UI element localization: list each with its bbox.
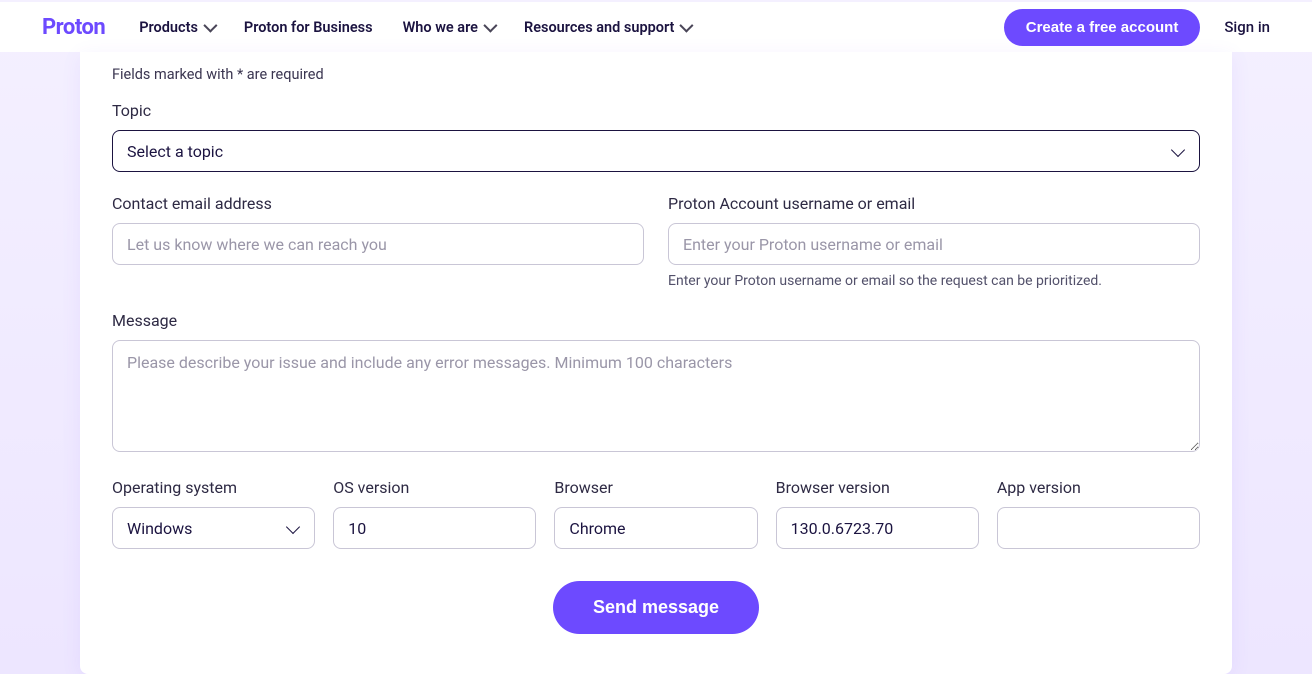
browser-label: Browser: [554, 478, 757, 497]
os-version-input[interactable]: [333, 507, 536, 549]
submit-wrap: Send message: [112, 581, 1200, 634]
content-wrap: Fields marked with * are required Topic …: [0, 52, 1312, 674]
site-header: Proton Products Proton for Business Who …: [0, 0, 1312, 52]
topic-select[interactable]: Select a topic: [112, 130, 1200, 172]
chevron-down-icon: [286, 520, 300, 534]
chevron-down-icon: [483, 19, 497, 33]
sign-in-link[interactable]: Sign in: [1224, 18, 1270, 36]
nav-resources[interactable]: Resources and support: [524, 19, 690, 36]
nav-products-label: Products: [139, 19, 198, 36]
header-right: Create a free account Sign in: [1004, 9, 1270, 46]
proton-logo[interactable]: Proton: [42, 15, 105, 40]
nav-business[interactable]: Proton for Business: [244, 19, 373, 36]
proton-account-input[interactable]: [668, 223, 1200, 265]
chevron-down-icon: [203, 19, 217, 33]
browser-version-input[interactable]: [776, 507, 979, 549]
message-label: Message: [112, 311, 1200, 330]
support-form-card: Fields marked with * are required Topic …: [80, 52, 1232, 674]
header-left: Proton Products Proton for Business Who …: [42, 15, 690, 40]
nav-who-label: Who we are: [403, 19, 478, 36]
main-nav: Products Proton for Business Who we are …: [139, 19, 690, 36]
nav-resources-label: Resources and support: [524, 19, 674, 36]
browser-input[interactable]: [554, 507, 757, 549]
os-version-label: OS version: [333, 478, 536, 497]
contact-email-label: Contact email address: [112, 194, 644, 213]
topic-select-value: Select a topic: [127, 142, 223, 161]
create-account-button[interactable]: Create a free account: [1004, 9, 1201, 46]
nav-who-we-are[interactable]: Who we are: [403, 19, 494, 36]
nav-business-label: Proton for Business: [244, 19, 373, 36]
app-version-input[interactable]: [997, 507, 1200, 549]
nav-products[interactable]: Products: [139, 19, 214, 36]
app-version-label: App version: [997, 478, 1200, 497]
os-label: Operating system: [112, 478, 315, 497]
topic-label: Topic: [112, 101, 1200, 120]
chevron-down-icon: [1171, 143, 1185, 157]
proton-account-helper: Enter your Proton username or email so t…: [668, 273, 1200, 289]
chevron-down-icon: [680, 19, 694, 33]
send-message-button[interactable]: Send message: [553, 581, 759, 634]
message-textarea[interactable]: [112, 340, 1200, 452]
os-select[interactable]: Windows: [112, 507, 315, 549]
proton-account-label: Proton Account username or email: [668, 194, 1200, 213]
contact-email-input[interactable]: [112, 223, 644, 265]
browser-version-label: Browser version: [776, 478, 979, 497]
required-fields-note: Fields marked with * are required: [112, 66, 1200, 83]
os-select-value: Windows: [127, 519, 192, 538]
